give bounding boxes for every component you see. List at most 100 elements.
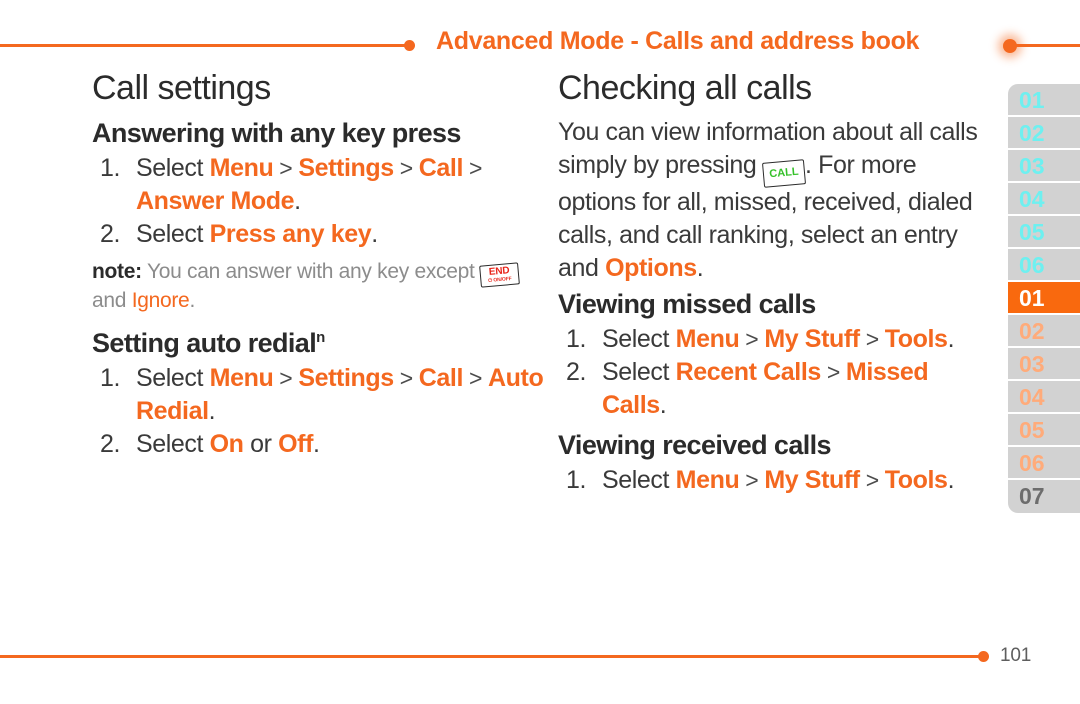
menu-path-call: Call <box>418 364 464 392</box>
step-number: 2. <box>100 220 121 248</box>
section-heading-viewing-received-calls: Viewing received calls <box>558 428 986 462</box>
sidebar-tab-label: 06 <box>1019 252 1045 278</box>
steps-list-missed-calls: 1. Select Menu > My Stuff > Tools. 2. Se… <box>558 323 986 422</box>
step-text-or: or <box>243 430 279 458</box>
menu-option-on: On <box>209 430 244 458</box>
path-separator: > <box>393 155 419 181</box>
list-item: 1. Select Menu > My Stuff > Tools. <box>558 464 986 497</box>
menu-path-answer-mode: Answer Mode <box>136 187 295 215</box>
menu-path-recent-calls: Recent Calls <box>675 358 822 386</box>
note-link-ignore: Ignore <box>131 289 190 312</box>
page-header: Advanced Mode - Calls and address book <box>0 0 1080 64</box>
note-text-before: You can answer with any key except <box>141 260 481 283</box>
sidebar-tab-5[interactable]: 06 <box>1008 249 1080 282</box>
note-text-after: . <box>189 289 195 312</box>
menu-path-settings: Settings <box>298 154 394 182</box>
sidebar-tab-label: 02 <box>1019 120 1045 146</box>
sidebar-tab-9[interactable]: 04 <box>1008 381 1080 414</box>
sidebar-tab-label: 03 <box>1019 351 1045 377</box>
menu-path-menu: Menu <box>209 364 274 392</box>
menu-path-my-stuff: My Stuff <box>764 325 860 353</box>
steps-list-received-calls: 1. Select Menu > My Stuff > Tools. <box>558 464 986 497</box>
sidebar-tab-11[interactable]: 06 <box>1008 447 1080 480</box>
sidebar-tab-6[interactable]: 01 <box>1008 282 1080 315</box>
sidebar-tab-3[interactable]: 04 <box>1008 183 1080 216</box>
path-separator: > <box>393 365 419 391</box>
path-separator: > <box>463 365 489 391</box>
path-separator: > <box>739 467 765 493</box>
step-period: . <box>313 430 320 458</box>
path-separator: > <box>463 155 483 181</box>
end-key-icon: END ⏻ ON/OFF <box>479 262 520 288</box>
step-number: 2. <box>566 358 587 386</box>
section-heading-text: Viewing missed calls <box>558 289 816 319</box>
sidebar-tab-label: 02 <box>1019 318 1045 344</box>
section-heading-setting-auto-redial: Setting auto redialn <box>92 321 544 360</box>
step-text-select: Select <box>602 325 676 353</box>
sidebar-tab-12[interactable]: 07 <box>1008 480 1080 513</box>
sidebar-tab-label: 07 <box>1019 483 1045 509</box>
header-title: Advanced Mode - Calls and address book <box>436 27 920 55</box>
header-rule-right <box>1014 44 1080 47</box>
step-text-select: Select <box>602 358 676 386</box>
list-item: 1. Select Menu > My Stuff > Tools. <box>558 323 986 356</box>
page-number: 101 <box>1000 645 1032 666</box>
step-number: 2. <box>100 430 121 458</box>
header-dot-left-icon <box>404 40 415 51</box>
menu-option-off: Off <box>278 430 313 458</box>
list-item: 2. Select Press any key. <box>92 218 544 251</box>
call-key-icon: CALL <box>761 159 806 188</box>
step-number: 1. <box>566 466 587 494</box>
step-period: . <box>947 466 955 494</box>
steps-list-auto-redial: 1. Select Menu > Settings > Call > Auto … <box>92 362 544 461</box>
section-heading-answering-any-key: Answering with any key press <box>92 116 544 150</box>
step-period: . <box>947 325 955 353</box>
sidebar-tab-label: 01 <box>1019 285 1045 311</box>
list-item: 2. Select On or Off. <box>92 428 544 461</box>
sidebar-tab-label: 04 <box>1019 186 1045 212</box>
intro-text-after: . <box>696 254 704 282</box>
step-number: 1. <box>100 154 121 182</box>
sidebar-tab-2[interactable]: 03 <box>1008 150 1080 183</box>
step-period: . <box>208 397 216 425</box>
sidebar-tab-label: 05 <box>1019 219 1045 245</box>
step-text-select: Select <box>136 430 210 458</box>
menu-path-menu: Menu <box>675 466 740 494</box>
note-answer-any-key: note: You can answer with any key except… <box>92 257 544 315</box>
step-text-select: Select <box>136 154 210 182</box>
chapter-tab-sidebar[interactable]: 01 02 03 04 05 06 01 02 03 04 05 06 07 <box>1008 84 1080 513</box>
menu-path-call: Call <box>418 154 464 182</box>
menu-path-settings: Settings <box>298 364 394 392</box>
sidebar-tab-label: 03 <box>1019 153 1045 179</box>
footer-dot-icon <box>978 651 989 662</box>
sidebar-tab-7[interactable]: 02 <box>1008 315 1080 348</box>
footer-rule <box>0 655 980 658</box>
path-separator: > <box>739 326 765 352</box>
menu-path-press-any-key: Press any key <box>209 220 372 248</box>
header-rule-left <box>0 44 406 47</box>
list-item: 2. Select Recent Calls > Missed Calls. <box>558 356 986 422</box>
menu-path-tools: Tools <box>884 325 948 353</box>
sidebar-tab-label: 04 <box>1019 384 1045 410</box>
intro-paragraph: You can view information about all calls… <box>558 116 986 285</box>
list-item: 1. Select Menu > Settings > Call > Answe… <box>92 152 544 218</box>
step-number: 1. <box>566 325 587 353</box>
sidebar-tab-8[interactable]: 03 <box>1008 348 1080 381</box>
path-separator: > <box>859 326 885 352</box>
section-heading-text: Viewing received calls <box>558 430 832 460</box>
step-text-select: Select <box>136 364 210 392</box>
path-separator: > <box>820 359 846 385</box>
sidebar-tab-0[interactable]: 01 <box>1008 84 1080 117</box>
call-key-icon-label: CALL <box>768 165 800 181</box>
sidebar-tab-4[interactable]: 05 <box>1008 216 1080 249</box>
menu-path-tools: Tools <box>884 466 948 494</box>
sidebar-tab-1[interactable]: 02 <box>1008 117 1080 150</box>
step-period: . <box>294 187 301 215</box>
sidebar-tab-10[interactable]: 05 <box>1008 414 1080 447</box>
sidebar-tab-label: 05 <box>1019 417 1045 443</box>
list-item: 1. Select Menu > Settings > Call > Auto … <box>92 362 544 428</box>
intro-link-options: Options <box>605 254 697 282</box>
section-heading-text: Answering with any key press <box>92 118 461 148</box>
section-heading-viewing-missed-calls: Viewing missed calls <box>558 287 986 321</box>
path-separator: > <box>859 467 885 493</box>
